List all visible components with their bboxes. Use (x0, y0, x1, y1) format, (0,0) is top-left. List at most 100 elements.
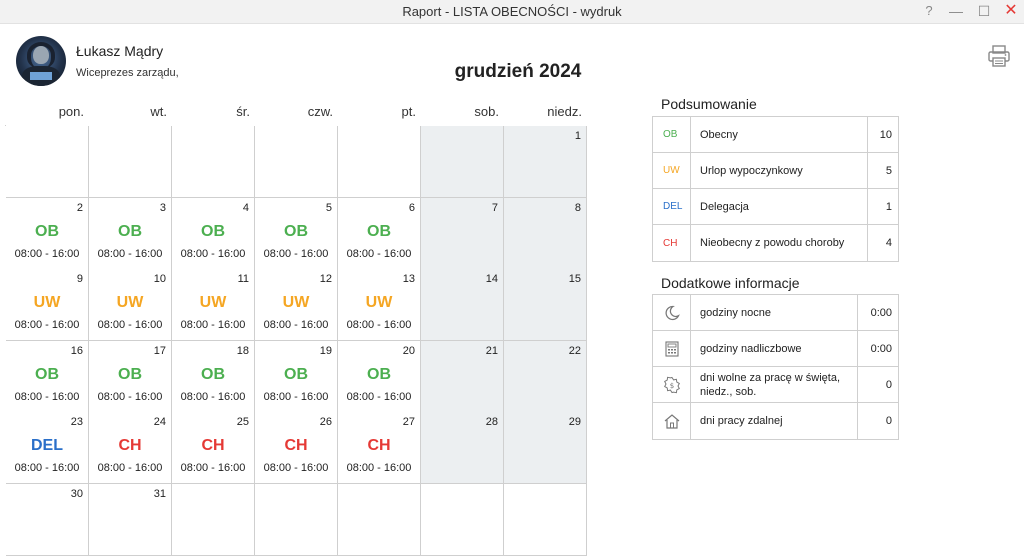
summary-value: 4 (885, 237, 892, 249)
day-number: 21 (485, 344, 498, 357)
calendar-day-cell: 9 UW 08:00 - 16:00 (6, 269, 89, 341)
extra-info-row: godziny nocne 0:00 (653, 295, 898, 331)
calendar-day-cell: 28 (421, 412, 504, 484)
calendar-day-cell: 17 OB 08:00 - 16:00 (89, 340, 172, 413)
calendar-day-cell: 11 UW 08:00 - 16:00 (172, 269, 255, 341)
day-number: 1 (574, 130, 581, 142)
extra-info-value: 0:00 (870, 342, 892, 355)
attendance-code: OB (118, 222, 142, 240)
day-number: 16 (70, 344, 83, 357)
day-number: 24 (153, 416, 166, 428)
work-hours: 08:00 - 16:00 (346, 247, 412, 260)
work-hours: 08:00 - 16:00 (14, 462, 80, 474)
extra-info-table: godziny nocne 0:00 godziny nadliczbowe 0:00… (652, 294, 899, 440)
maximize-button[interactable]: ☐ (973, 1, 995, 21)
work-hours: 08:00 - 16:00 (346, 462, 412, 474)
work-hours: 08:00 - 16:00 (180, 247, 246, 260)
summary-table: OB Obecny 10 UW Urlop wypoczynkowy 5 DEL Delega… (652, 116, 899, 262)
summary-value: 5 (885, 164, 892, 177)
work-hours: 08:00 - 16:00 (346, 319, 412, 331)
attendance-code: UW (33, 294, 61, 311)
help-button[interactable]: ? (918, 1, 940, 21)
day-number: 28 (485, 416, 498, 428)
day-number: 27 (402, 416, 415, 428)
calendar-day-cell (255, 483, 338, 556)
month-title: grudzień 2024 (454, 61, 582, 82)
calendar-day-cell: 6 OB 08:00 - 16:00 (338, 197, 421, 270)
printer-icon[interactable] (987, 44, 1011, 68)
attendance-code: CH (201, 437, 225, 454)
day-number: 14 (485, 273, 498, 285)
attendance-code: OB (35, 222, 59, 240)
extra-info-row: dni pracy zdalnej 0 (653, 403, 898, 439)
work-hours: 08:00 - 16:00 (97, 319, 163, 331)
attendance-code: OB (284, 222, 308, 240)
day-number: 29 (568, 416, 581, 428)
calendar-day-cell (421, 483, 504, 556)
day-number: 18 (236, 344, 249, 357)
calendar-day-cell (6, 126, 89, 198)
summary-title: Podsumowanie (661, 96, 757, 112)
calendar-day-cell: 14 (421, 269, 504, 341)
weekday-header: śr. (236, 104, 250, 119)
attendance-code: DEL (31, 437, 63, 454)
calendar-day-cell: 30 (6, 483, 89, 556)
extra-info-label: godziny nocne (691, 295, 858, 330)
extra-info-label: godziny nadliczbowe (691, 331, 858, 366)
calendar-day-cell: 8 (504, 197, 587, 270)
day-number: 4 (242, 201, 249, 214)
summary-row: UW Urlop wypoczynkowy 5 (653, 153, 898, 189)
attendance-code: OB (201, 222, 225, 240)
attendance-code: CH (284, 437, 308, 454)
day-number: 6 (408, 201, 415, 214)
calendar-day-cell: 24 CH 08:00 - 16:00 (89, 412, 172, 484)
calendar-day-cell: 10 UW 08:00 - 16:00 (89, 269, 172, 341)
summary-code: UW (653, 153, 691, 188)
day-number: 23 (70, 416, 83, 428)
weekday-header: wt. (150, 104, 167, 119)
day-number: 22 (568, 344, 581, 357)
moon-icon (653, 295, 691, 330)
user-role: Wiceprezes zarządu, (76, 67, 179, 79)
svg-text:$: $ (669, 382, 673, 390)
work-hours: 08:00 - 16:00 (180, 390, 246, 403)
attendance-code: CH (367, 437, 391, 454)
summary-value: 1 (885, 200, 892, 213)
attendance-code: UW (365, 294, 393, 311)
calendar-day-cell: 1 (504, 126, 587, 198)
attendance-code: OB (118, 365, 142, 383)
calendar-day-cell: 2 OB 08:00 - 16:00 (6, 197, 89, 270)
work-hours: 08:00 - 16:00 (263, 390, 329, 403)
work-hours: 08:00 - 16:00 (97, 462, 163, 474)
work-hours: 08:00 - 16:00 (263, 247, 329, 260)
calendar-day-cell: 15 (504, 269, 587, 341)
attendance-code: OB (367, 365, 391, 383)
summary-value: 10 (879, 128, 892, 141)
extra-info-value: 0:00 (870, 306, 892, 319)
day-number: 13 (402, 273, 415, 285)
work-hours: 08:00 - 16:00 (14, 319, 80, 331)
calendar-day-cell (338, 126, 421, 198)
attendance-code: CH (118, 437, 142, 454)
day-number: 26 (319, 416, 332, 428)
attendance-code: UW (282, 294, 310, 311)
summary-label: Urlop wypoczynkowy (691, 153, 868, 188)
work-hours: 08:00 - 16:00 (97, 247, 163, 260)
work-hours: 08:00 - 16:00 (263, 319, 329, 331)
day-number: 5 (325, 201, 332, 214)
attendance-code: UW (199, 294, 227, 311)
summary-label: Nieobecny z powodu choroby (691, 225, 868, 261)
day-number: 15 (568, 273, 581, 285)
calendar-day-cell (421, 126, 504, 198)
day-number: 30 (70, 487, 83, 500)
minimize-button[interactable]: — (945, 1, 967, 21)
calendar-day-cell: 31 (89, 483, 172, 556)
extra-info-row: godziny nadliczbowe 0:00 (653, 331, 898, 367)
extra-info-value: 0 (885, 415, 892, 427)
summary-label: Obecny (691, 117, 868, 152)
close-button[interactable]: ✕ (1000, 1, 1022, 21)
calendar-day-cell (89, 126, 172, 198)
extra-info-label: dni wolne za pracę w święta, niedz., sob… (691, 367, 858, 402)
calendar-day-cell: 22 (504, 340, 587, 413)
calendar-day-cell: 23 DEL 08:00 - 16:00 (6, 412, 89, 484)
